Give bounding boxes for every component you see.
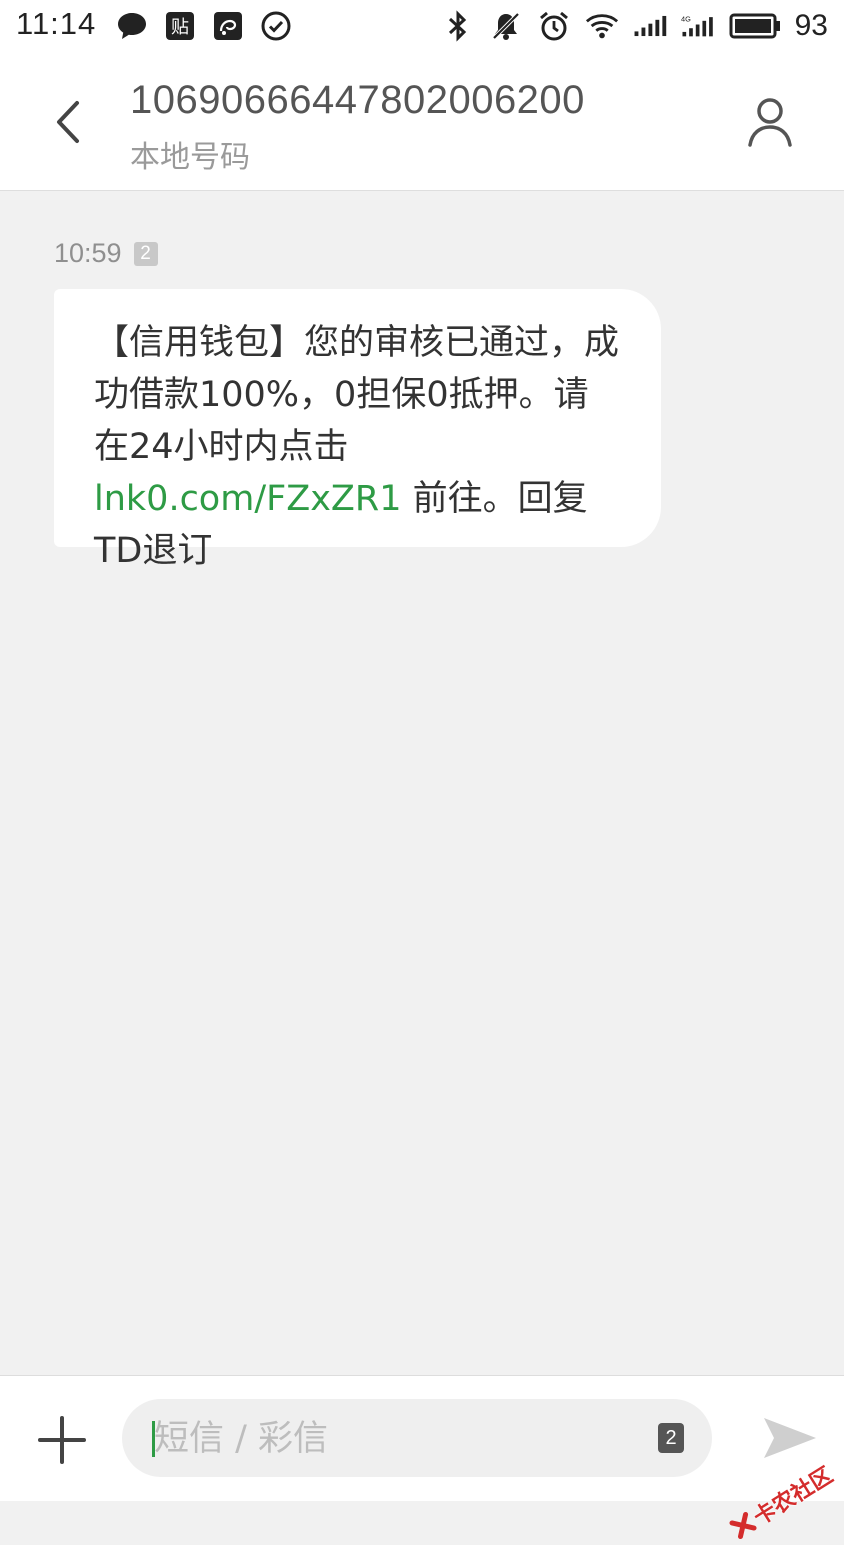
back-button[interactable]: [40, 92, 96, 152]
check-circle-icon: [259, 9, 293, 43]
message-input-container[interactable]: 2: [122, 1399, 712, 1479]
message-text: 【信用钱包】您的审核已通过，成功借款100%，0担保0抵押。请在24小时内点击 …: [94, 317, 623, 577]
conversation-header: 106906664478020062​00 本地号码: [0, 52, 844, 191]
battery-icon: [729, 9, 781, 43]
contact-subtitle: 本地号码: [130, 140, 250, 175]
signal-4g-icon: 4G: [681, 9, 715, 43]
wifi-icon: [585, 9, 619, 43]
sim-slot-badge: 2: [133, 241, 158, 266]
contact-details-button[interactable]: [740, 90, 800, 154]
chevron-left-icon: [57, 101, 79, 143]
attach-button[interactable]: [36, 1414, 88, 1466]
status-right-icons: 4G 93: [441, 8, 828, 44]
tieba-icon: 贴: [163, 9, 197, 43]
person-icon: [748, 98, 792, 147]
message-meta: 10:59 2: [54, 238, 158, 269]
message-link[interactable]: lnk0.com/FZxZR1: [94, 479, 402, 519]
signal-icon: [633, 9, 667, 43]
composer-bar: 2 卡农社区: [0, 1375, 844, 1540]
contact-number: 106906664478020062​00: [130, 78, 585, 122]
uc-browser-icon: [211, 9, 245, 43]
mute-bell-icon: [489, 9, 523, 43]
message-text-part1: 【信用钱包】您的审核已通过，成功借款100%，0担保0抵押。请在24小时内点击: [94, 323, 620, 467]
sim-select-button[interactable]: 2: [658, 1423, 684, 1453]
message-bubble[interactable]: 【信用钱包】您的审核已通过，成功借款100%，0担保0抵押。请在24小时内点击 …: [54, 289, 661, 571]
svg-text:4G: 4G: [681, 15, 691, 24]
message-input[interactable]: [152, 1399, 636, 1479]
status-time: 11:14: [16, 6, 97, 41]
chat-bubble-icon: [115, 9, 149, 43]
alarm-icon: [537, 9, 571, 43]
message-time: 10:59: [54, 238, 122, 268]
status-left-icons: 贴: [115, 9, 293, 43]
battery-percent: 93: [794, 9, 828, 42]
svg-text:贴: 贴: [171, 17, 189, 38]
status-bar: 11:14 贴 4G 93: [0, 0, 844, 52]
bluetooth-icon: [441, 9, 475, 43]
plus-icon: [38, 1416, 86, 1464]
send-icon: [764, 1418, 816, 1458]
